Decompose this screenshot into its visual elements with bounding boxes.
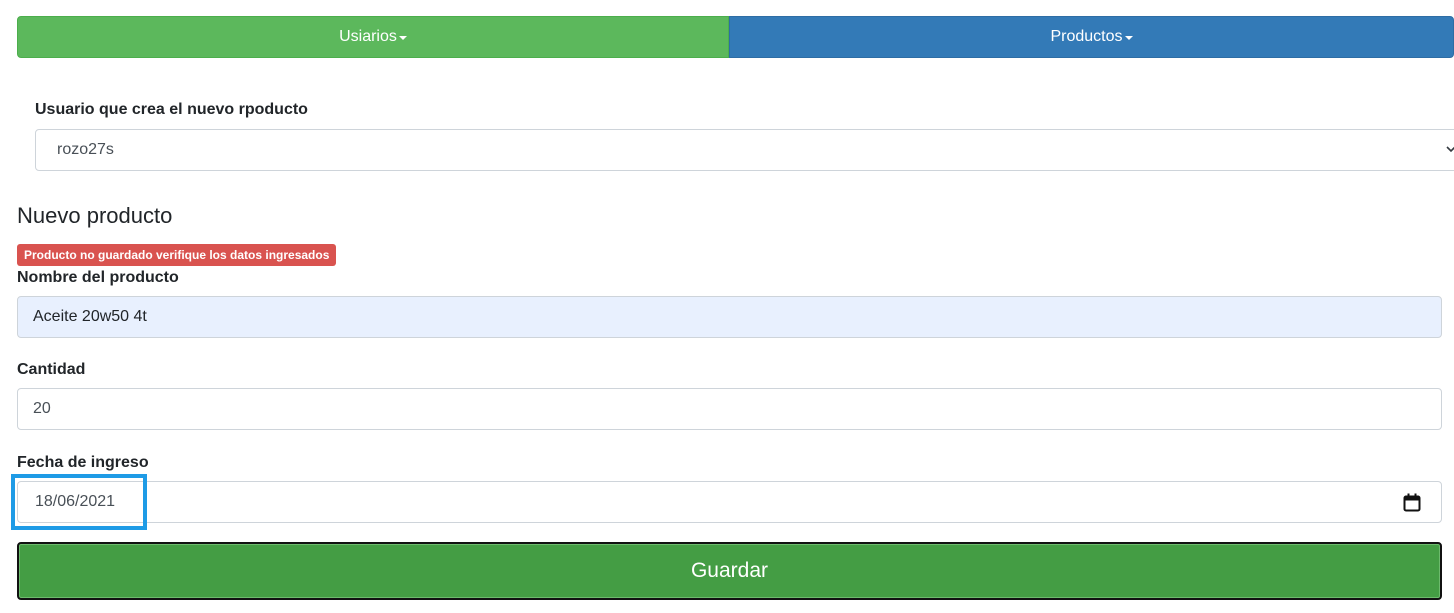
page-title: Nuevo producto xyxy=(17,203,173,228)
top-nav: Usiarios Productos xyxy=(17,16,1454,58)
calendar-icon[interactable] xyxy=(1403,493,1421,512)
chevron-down-icon xyxy=(1446,146,1454,153)
users-menu-label: Usiarios xyxy=(339,28,397,45)
save-button-label: Guardar xyxy=(690,559,769,582)
date-label: Fecha de ingreso xyxy=(17,454,149,471)
save-button[interactable]: Guardar xyxy=(17,542,1442,600)
product-name-input[interactable]: Aceite 20w50 4t xyxy=(17,296,1442,338)
product-name-label: Nombre del producto xyxy=(17,269,179,286)
products-menu-label: Productos xyxy=(1050,28,1123,45)
product-name-value: Aceite 20w50 4t xyxy=(33,308,147,325)
users-menu-button[interactable]: Usiarios xyxy=(17,16,729,58)
user-select-label: Usuario que crea el nuevo rpoducto xyxy=(35,101,308,118)
products-menu-button[interactable]: Productos xyxy=(729,16,1454,58)
quantity-input[interactable]: 20 xyxy=(17,388,1442,430)
date-input[interactable]: 18/06/2021 xyxy=(17,481,1442,523)
date-value: 18/06/2021 xyxy=(35,493,116,510)
user-select[interactable]: rozo27s xyxy=(35,129,1454,171)
caret-down-icon xyxy=(398,36,407,40)
quantity-label: Cantidad xyxy=(17,361,86,378)
quantity-value: 20 xyxy=(33,400,51,417)
user-select-value: rozo27s xyxy=(57,141,114,158)
caret-down-icon xyxy=(1124,36,1133,40)
error-badge: Producto no guardado verifique los datos… xyxy=(17,244,337,266)
